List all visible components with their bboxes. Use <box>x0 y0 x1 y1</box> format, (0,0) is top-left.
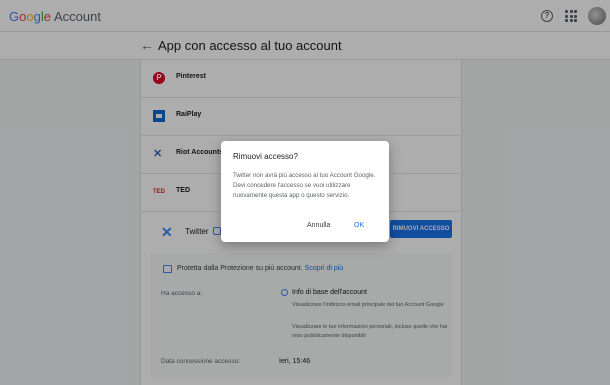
dialog-body: Twitter non avrà più accesso al tuo Acco… <box>233 172 376 199</box>
dialog-title: Rimuovi accesso? <box>233 152 298 161</box>
ok-button[interactable]: OK <box>354 222 364 229</box>
cancel-button[interactable]: Annulla <box>307 222 330 229</box>
remove-access-dialog: Rimuovi accesso? Twitter non avrà più ac… <box>221 141 389 242</box>
